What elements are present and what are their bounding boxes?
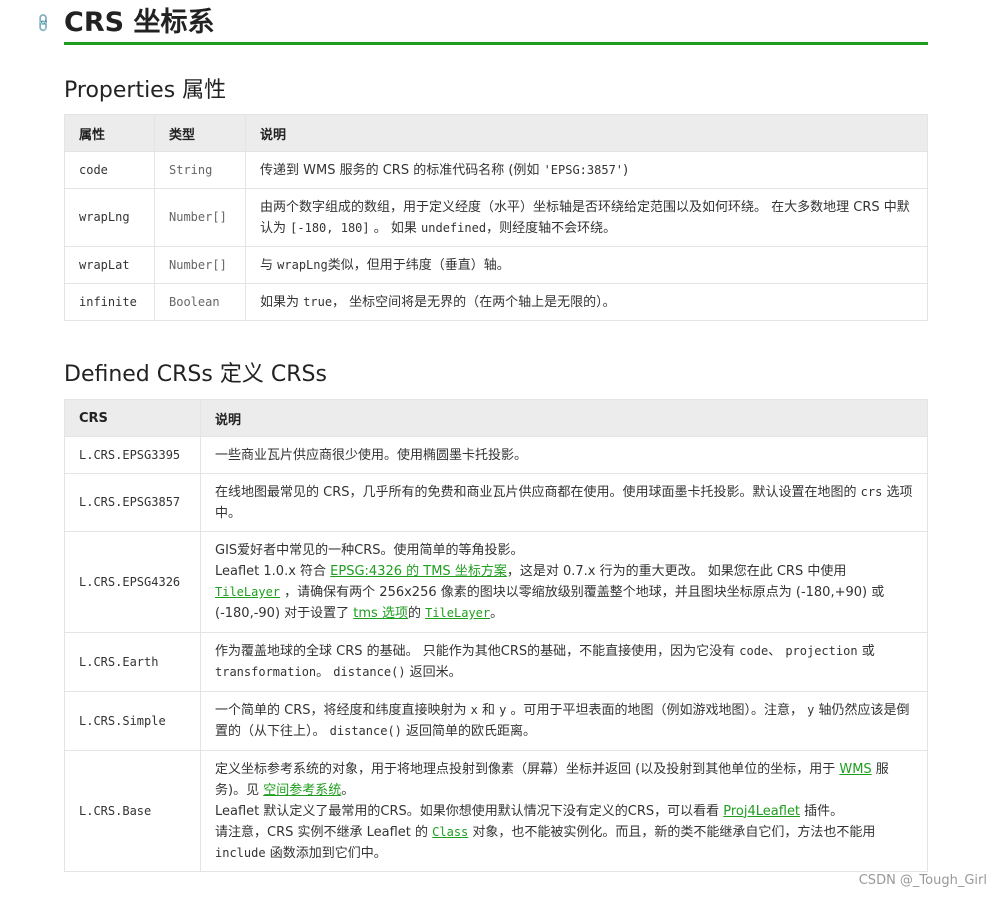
table-header-row: CRS 说明 bbox=[64, 399, 928, 437]
property-name: wrapLat bbox=[64, 246, 155, 284]
table-row: code String 传递到 WMS 服务的 CRS 的标准代码名称 (例如 … bbox=[64, 151, 928, 189]
class-link[interactable]: Class bbox=[432, 825, 468, 840]
spatial-reference-link[interactable]: 空间参考系统 bbox=[263, 783, 341, 798]
watermark: CSDN @_Tough_Girl bbox=[858, 873, 987, 888]
column-header: 说明 bbox=[245, 114, 928, 152]
property-name: infinite bbox=[64, 283, 155, 321]
property-description: 由两个数字组成的数组，用于定义经度（水平）坐标轴是否环绕给定范围以及如何环绕。 … bbox=[245, 188, 928, 247]
table-row: L.CRS.EPSG4326 GIS爱好者中常见的一种CRS。使用简单的等角投影… bbox=[64, 531, 928, 633]
table-header-row: 属性 类型 说明 bbox=[64, 114, 928, 152]
proj4leaflet-link[interactable]: Proj4Leaflet bbox=[723, 804, 800, 819]
crs-name: L.CRS.Simple bbox=[64, 691, 201, 751]
defined-crs-heading: Defined CRSs 定义 CRSs bbox=[64, 362, 327, 387]
table-row: L.CRS.Base 定义坐标参考系统的对象，用于将地理点投射到像素（屏幕）坐标… bbox=[64, 750, 928, 872]
table-row: wrapLng Number[] 由两个数字组成的数组，用于定义经度（水平）坐标… bbox=[64, 188, 928, 247]
column-header: CRS bbox=[64, 399, 201, 437]
defined-crs-table: CRS 说明 L.CRS.EPSG3395 一些商业瓦片供应商很少使用。使用椭圆… bbox=[64, 399, 928, 872]
property-name: code bbox=[64, 151, 155, 189]
tms-link[interactable]: EPSG:4326 的 TMS 坐标方案 bbox=[330, 564, 507, 579]
property-description: 与 wrapLng类似，但用于纬度（垂直）轴。 bbox=[245, 246, 928, 284]
property-description: 如果为 true， 坐标空间将是无界的（在两个轴上是无限的）。 bbox=[245, 283, 928, 321]
column-header: 说明 bbox=[200, 399, 928, 437]
table-row: L.CRS.Earth 作为覆盖地球的全球 CRS 的基础。 只能作为其他CRS… bbox=[64, 632, 928, 692]
crs-name: L.CRS.Earth bbox=[64, 632, 201, 692]
crs-description: 一些商业瓦片供应商很少使用。使用椭圆墨卡托投影。 bbox=[200, 436, 928, 474]
table-row: infinite Boolean 如果为 true， 坐标空间将是无界的（在两个… bbox=[64, 283, 928, 321]
property-type: Number[] bbox=[154, 246, 246, 284]
table-row: L.CRS.EPSG3395 一些商业瓦片供应商很少使用。使用椭圆墨卡托投影。 bbox=[64, 436, 928, 474]
crs-description: 作为覆盖地球的全球 CRS 的基础。 只能作为其他CRS的基础，不能直接使用，因… bbox=[200, 632, 928, 692]
tilelayer-link-2[interactable]: TileLayer bbox=[425, 606, 490, 621]
table-row: wrapLat Number[] 与 wrapLng类似，但用于纬度（垂直）轴。 bbox=[64, 246, 928, 284]
property-type: String bbox=[154, 151, 246, 189]
tms-option-link[interactable]: tms 选项 bbox=[353, 606, 408, 621]
properties-table: 属性 类型 说明 code String 传递到 WMS 服务的 CRS 的标准… bbox=[64, 114, 928, 321]
column-header: 属性 bbox=[64, 114, 155, 152]
crs-name: L.CRS.EPSG3395 bbox=[64, 436, 201, 474]
properties-heading: Properties 属性 bbox=[64, 78, 227, 103]
property-name: wrapLng bbox=[64, 188, 155, 247]
crs-name: L.CRS.Base bbox=[64, 750, 201, 872]
crs-description: 在线地图最常见的 CRS，几乎所有的免费和商业瓦片供应商都在使用。使用球面墨卡托… bbox=[200, 473, 928, 532]
crs-name: L.CRS.EPSG4326 bbox=[64, 531, 201, 633]
tilelayer-link[interactable]: TileLayer bbox=[215, 585, 280, 600]
crs-description: GIS爱好者中常见的一种CRS。使用简单的等角投影。 Leaflet 1.0.x… bbox=[200, 531, 928, 633]
property-description: 传递到 WMS 服务的 CRS 的标准代码名称 (例如 'EPSG:3857') bbox=[245, 151, 928, 189]
column-header: 类型 bbox=[154, 114, 246, 152]
link-icon[interactable]: 🔗 bbox=[33, 13, 56, 36]
property-type: Boolean bbox=[154, 283, 246, 321]
crs-name: L.CRS.EPSG3857 bbox=[64, 473, 201, 532]
wms-link[interactable]: WMS bbox=[839, 762, 871, 777]
table-row: L.CRS.EPSG3857 在线地图最常见的 CRS，几乎所有的免费和商业瓦片… bbox=[64, 473, 928, 532]
table-row: L.CRS.Simple 一个简单的 CRS，将经度和纬度直接映射为 x 和 y… bbox=[64, 691, 928, 751]
page-title: CRS 坐标系 bbox=[64, 4, 928, 45]
crs-description: 定义坐标参考系统的对象，用于将地理点投射到像素（屏幕）坐标并返回 (以及投射到其… bbox=[200, 750, 928, 872]
crs-description: 一个简单的 CRS，将经度和纬度直接映射为 x 和 y 。可用于平坦表面的地图（… bbox=[200, 691, 928, 751]
property-type: Number[] bbox=[154, 188, 246, 247]
